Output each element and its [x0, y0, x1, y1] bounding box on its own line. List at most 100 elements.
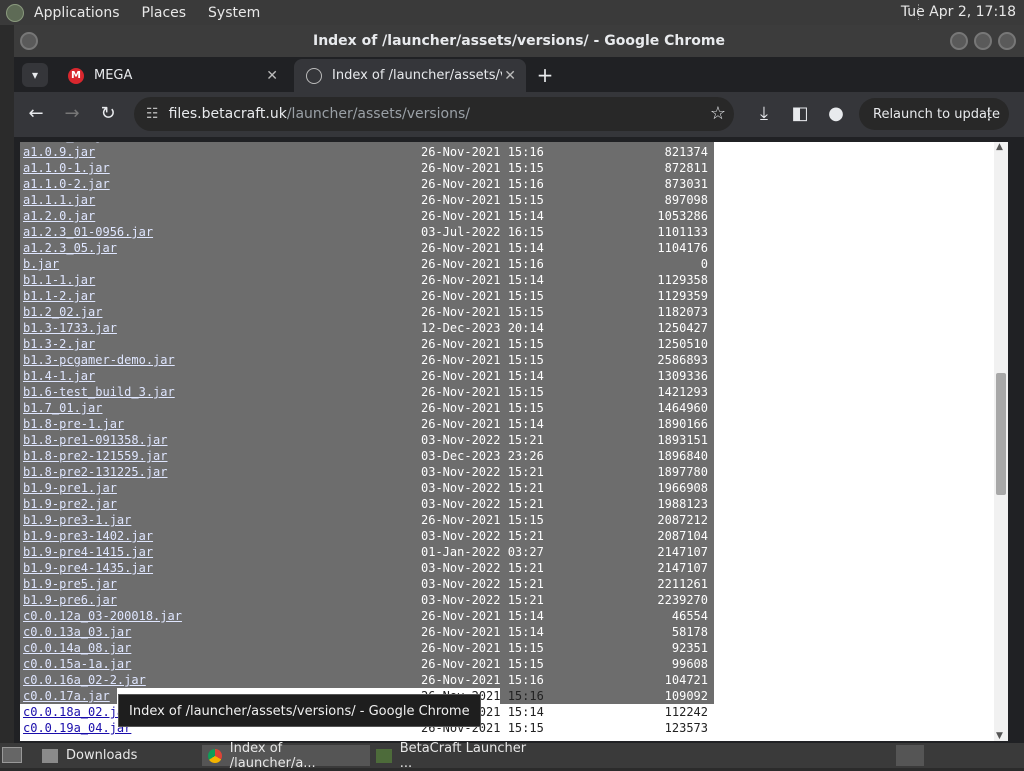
file-link[interactable]: b1.9-pre1.jar [23, 480, 117, 496]
file-link[interactable]: a1.1.1.jar [23, 192, 95, 208]
file-link[interactable]: b1.9-pre3-1402.jar [23, 528, 153, 544]
file-date: 03-Nov-2022 15:21 [421, 593, 544, 607]
window-menu-icon[interactable] [20, 32, 38, 50]
clock[interactable]: Tue Apr 2, 17:18 [901, 4, 1016, 20]
file-link[interactable]: c0.0.12a_03-200018.jar [23, 608, 182, 624]
table-row: b1.8-pre-1.jar 26-Nov-2021 15:14 1890166 [20, 416, 714, 432]
download-icon[interactable]: ⤓ [752, 102, 776, 126]
file-link[interactable]: b1.2_02.jar [23, 304, 102, 320]
table-row: b1.9-pre6.jar 03-Nov-2022 15:21 2239270 [20, 592, 714, 608]
profile-icon[interactable]: ● [824, 102, 848, 126]
tab-search-button[interactable]: ▾ [22, 63, 48, 87]
file-size: 1182073 [657, 305, 708, 319]
file-link[interactable]: b1.4-1.jar [23, 368, 95, 384]
close-window-icon[interactable] [998, 32, 1016, 50]
file-link[interactable]: b.jar [23, 256, 59, 272]
bookmark-star-icon[interactable]: ☆ [710, 103, 726, 124]
folder-icon [42, 748, 58, 763]
file-link[interactable]: a1.1.0-1.jar [23, 160, 110, 176]
tray-chrome-icon[interactable] [896, 745, 924, 766]
scrollbar-thumb[interactable] [996, 373, 1006, 495]
file-link[interactable]: b1.1-2.jar [23, 288, 95, 304]
table-row: a1.0.9.jar 26-Nov-2021 15:16 821374 [20, 144, 714, 160]
file-link[interactable]: b1.8-pre1-091358.jar [23, 432, 168, 448]
file-date: 26-Nov-2021 15:14 [421, 209, 544, 223]
file-link[interactable]: c0.0.19a_04.jar [23, 720, 131, 736]
relaunch-button[interactable]: Relaunch to update ⋮ [859, 98, 1009, 130]
back-icon[interactable]: ← [24, 102, 48, 126]
file-link[interactable]: b1.8-pre2-131225.jar [23, 464, 168, 480]
file-link[interactable]: a1.0.9.jar [23, 144, 95, 160]
file-link[interactable]: b1.9-pre4-1415.jar [23, 544, 153, 560]
side-panel-icon[interactable]: ◧ [788, 102, 812, 126]
file-link[interactable]: b1.3-1733.jar [23, 320, 117, 336]
file-link[interactable]: c0.0.18a_02.jar [23, 704, 131, 720]
table-row: b1.2_02.jar 26-Nov-2021 15:15 1182073 [20, 304, 714, 320]
file-date: 26-Nov-2021 15:15 [421, 161, 544, 175]
file-link[interactable]: a1.1.0-2.jar [23, 176, 110, 192]
top-panel: Applications Places System Tue Apr 2, 17… [0, 0, 1024, 25]
reload-icon[interactable]: ↻ [96, 102, 120, 126]
file-link[interactable]: b1.9-pre3-1.jar [23, 512, 131, 528]
window-titlebar[interactable]: Index of /launcher/assets/versions/ - Go… [14, 25, 1024, 57]
file-link[interactable]: b1.6-test_build_3.jar [23, 384, 175, 400]
maximize-icon[interactable] [974, 32, 992, 50]
file-link[interactable]: a1.2.3_01-0956.jar [23, 224, 153, 240]
scroll-down-icon[interactable]: ▼ [996, 731, 1003, 741]
task-betacraft[interactable]: BetaCraft Launcher ... [370, 741, 540, 771]
menu-system[interactable]: System [208, 5, 260, 21]
file-link[interactable]: b1.8-pre2-121559.jar [23, 448, 168, 464]
file-link[interactable]: b1.1-1.jar [23, 272, 95, 288]
tab-close-icon[interactable]: ✕ [266, 68, 278, 84]
file-link[interactable]: b1.9-pre4-1435.jar [23, 560, 153, 576]
address-bar[interactable]: ☷ files.betacraft.uk/launcher/assets/ver… [134, 97, 734, 131]
table-row: b.jar 26-Nov-2021 15:16 0 [20, 256, 714, 272]
tab-close-icon[interactable]: ✕ [504, 68, 516, 84]
table-row: b1.9-pre4-1435.jar 03-Nov-2022 15:21 21471… [20, 560, 714, 576]
tab-index-versions[interactable]: Index of /launcher/assets/versions/ ✕ [294, 59, 526, 92]
file-link[interactable]: b1.3-pcgamer-demo.jar [23, 352, 175, 368]
file-link[interactable]: c0.0.16a_02-2.jar [23, 672, 146, 688]
file-date: 01-Jan-2022 03:27 [421, 545, 544, 559]
table-row: b1.8-pre2-131225.jar 03-Nov-2022 15:21 189… [20, 464, 714, 480]
file-link[interactable]: c0.0.13a_03.jar [23, 624, 131, 640]
task-chrome[interactable]: Index of /launcher/a... [202, 741, 370, 771]
site-info-icon[interactable]: ☷ [146, 106, 159, 122]
more-menu-icon[interactable]: ⋮ [981, 104, 997, 123]
table-row: c0.0.16a_02-2.jar 26-Nov-2021 15:16 104721 [20, 672, 714, 688]
task-downloads[interactable]: Downloads [36, 745, 196, 766]
show-desktop-icon[interactable] [2, 747, 22, 763]
table-row: c0.0.15a-1a.jar 26-Nov-2021 15:15 99608 [20, 656, 714, 672]
scroll-up-icon[interactable]: ▲ [996, 142, 1003, 152]
file-size: 1309336 [657, 369, 708, 383]
file-link[interactable]: b1.8-pre-1.jar [23, 416, 124, 432]
minimize-icon[interactable] [950, 32, 968, 50]
file-link[interactable]: b1.7_01.jar [23, 400, 102, 416]
file-link[interactable]: b1.9-pre5.jar [23, 576, 117, 592]
table-row: b1.3-2.jar 26-Nov-2021 15:15 1250510 [20, 336, 714, 352]
forward-icon[interactable]: → [60, 102, 84, 126]
new-tab-button[interactable]: + [534, 63, 556, 87]
file-date: 26-Nov-2021 15:15 [421, 657, 544, 671]
file-size: 112242 [664, 705, 708, 719]
menu-applications[interactable]: Applications [34, 5, 120, 21]
file-link[interactable]: c0.0.14a_08.jar [23, 640, 131, 656]
file-size: 897098 [664, 193, 708, 207]
file-link[interactable]: c0.0.15a-1a.jar [23, 656, 131, 672]
file-link[interactable]: c0.0.17a.jar [23, 688, 110, 704]
file-link[interactable]: b1.9-pre6.jar [23, 592, 117, 608]
tab-mega[interactable]: M MEGA ✕ [56, 59, 288, 92]
vertical-scrollbar[interactable]: ▲ ▼ [994, 142, 1008, 741]
file-date: 03-Nov-2022 15:21 [421, 529, 544, 543]
betacraft-icon [376, 748, 392, 763]
file-size: 46554 [671, 609, 708, 623]
file-size: 99608 [671, 657, 708, 671]
file-link[interactable]: b1.9-pre2.jar [23, 496, 117, 512]
file-link[interactable]: a1.2.0.jar [23, 208, 95, 224]
globe-icon [306, 67, 322, 84]
menu-places[interactable]: Places [142, 5, 187, 21]
system-logo-icon[interactable] [6, 3, 24, 22]
file-link[interactable]: b1.3-2.jar [23, 336, 95, 352]
file-link[interactable]: a1.2.3_05.jar [23, 240, 117, 256]
tab-label: Index of /launcher/assets/versions/ [332, 68, 502, 83]
